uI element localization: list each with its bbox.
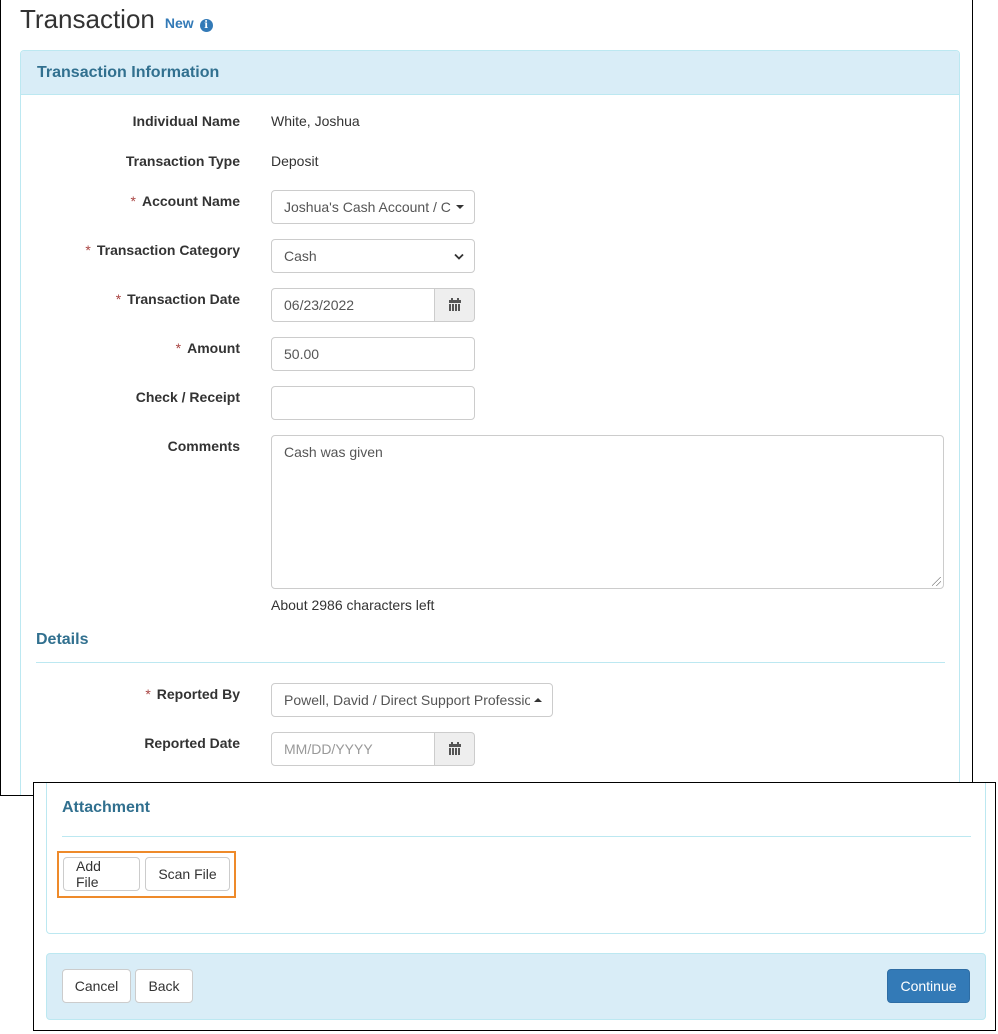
back-button[interactable]: Back — [135, 969, 193, 1003]
individual-name-label: Individual Name — [132, 113, 240, 129]
info-circle-icon[interactable]: i — [199, 19, 213, 32]
add-file-button[interactable]: Add File — [63, 857, 140, 891]
attachment-section-title: Attachment — [62, 799, 151, 816]
cancel-button[interactable]: Cancel — [62, 969, 131, 1003]
transaction-type-label: Transaction Type — [125, 153, 240, 169]
transaction-category-select[interactable]: Cash — [271, 239, 475, 273]
screenshot-top: Transaction New i Transaction Informatio… — [0, 0, 973, 796]
form-footer: Cancel Back Continue — [46, 953, 986, 1020]
check-receipt-label: Check / Receipt — [135, 389, 240, 405]
account-name-label: * Account Name — [130, 193, 240, 209]
required-marker: * — [115, 291, 122, 307]
check-receipt-input[interactable] — [271, 386, 475, 420]
transaction-date-input[interactable]: 06/23/2022 — [271, 288, 435, 322]
page-title: Transaction New i — [20, 4, 213, 35]
comments-textarea[interactable]: Cash was given — [271, 435, 944, 589]
panel-heading: Transaction Information — [21, 51, 959, 95]
scan-file-button[interactable]: Scan File — [145, 857, 230, 891]
attachment-panel: Attachment Add File Scan File — [46, 783, 986, 934]
transaction-date-label: * Transaction Date — [115, 291, 240, 307]
transaction-date-group: 06/23/2022 — [271, 288, 475, 322]
individual-name-value: White, Joshua — [271, 113, 360, 129]
attachment-divider — [62, 836, 971, 837]
reported-date-label: Reported Date — [144, 735, 240, 751]
chevron-down-icon — [454, 253, 464, 260]
account-name-dropdown[interactable]: Joshua's Cash Account / C — [271, 190, 475, 224]
amount-input[interactable]: 50.00 — [271, 337, 475, 371]
characters-left-text: About 2986 characters left — [271, 597, 435, 613]
resize-handle-icon[interactable] — [932, 577, 941, 586]
transaction-type-value: Deposit — [271, 153, 319, 169]
comments-label: Comments — [167, 438, 240, 454]
transaction-category-label: * Transaction Category — [85, 242, 240, 258]
required-marker: * — [85, 242, 91, 258]
calendar-icon — [448, 297, 461, 311]
reported-by-label: * Reported By — [145, 686, 240, 702]
required-marker: * — [130, 193, 136, 209]
reported-date-picker-button[interactable] — [435, 732, 475, 766]
details-divider — [36, 662, 945, 663]
required-marker: * — [145, 686, 151, 702]
caret-down-icon — [456, 205, 464, 209]
status-badge: New — [164, 15, 194, 31]
calendar-icon — [448, 741, 461, 755]
amount-label: * Amount — [175, 340, 240, 356]
continue-button[interactable]: Continue — [887, 969, 970, 1003]
details-section-title: Details — [36, 631, 89, 648]
transaction-information-panel: Transaction Information Individual Name … — [20, 50, 960, 795]
required-marker: * — [175, 340, 182, 356]
reported-date-group: MM/DD/YYYY — [271, 732, 475, 766]
page-title-text: Transaction — [20, 4, 155, 34]
reported-by-dropdown[interactable]: Powell, David / Direct Support Professio — [271, 683, 553, 717]
caret-up-icon — [534, 698, 542, 702]
screenshot-bottom: Attachment Add File Scan File Cancel Bac… — [33, 782, 996, 1031]
reported-date-input[interactable]: MM/DD/YYYY — [271, 732, 435, 766]
transaction-date-picker-button[interactable] — [435, 288, 475, 322]
